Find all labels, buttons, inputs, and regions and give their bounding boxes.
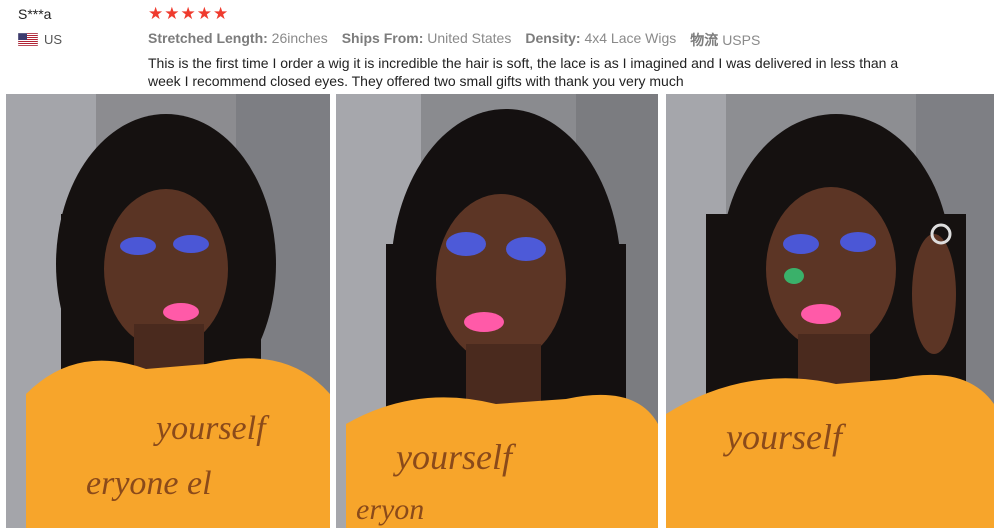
star-icon: ★ xyxy=(148,4,164,23)
shirt-text-4: eryon xyxy=(356,493,424,526)
attr-ships-from: Ships From: United States xyxy=(341,30,512,46)
us-flag-icon xyxy=(17,32,39,47)
attr-logistics: 物流 USPS xyxy=(690,32,761,48)
reviewer-info: S***a US xyxy=(17,6,63,47)
sku-attributes: Stretched Length: 26inches Ships From: U… xyxy=(148,30,774,50)
attr-length: Stretched Length: 26inches xyxy=(148,30,328,46)
reviewer-country: US xyxy=(17,32,63,47)
shirt-text-5: yourself xyxy=(723,417,847,457)
shirt-text-3: yourself xyxy=(393,437,517,477)
reviewer-name: S***a xyxy=(18,6,52,22)
star-icon: ★ xyxy=(196,4,212,23)
star-rating: ★ ★ ★ ★ ★ xyxy=(148,5,229,23)
review-photo-1[interactable]: yourself eryone el xyxy=(6,94,330,528)
attr-density: Density: 4x4 Lace Wigs xyxy=(525,30,677,46)
star-icon: ★ xyxy=(180,4,196,23)
review-photo-2[interactable]: yourself eryon xyxy=(336,94,658,528)
shirt-text-1: yourself xyxy=(153,410,270,447)
review-photo-3[interactable]: yourself xyxy=(666,94,994,528)
star-icon: ★ xyxy=(213,4,229,23)
star-icon: ★ xyxy=(164,4,180,23)
review-text: This is the first time I order a wig it … xyxy=(148,55,899,89)
review-photos: yourself eryone el yourself eryon yourse… xyxy=(6,94,994,528)
shirt-text-2: eryone el xyxy=(86,465,212,502)
country-code: US xyxy=(44,32,63,47)
